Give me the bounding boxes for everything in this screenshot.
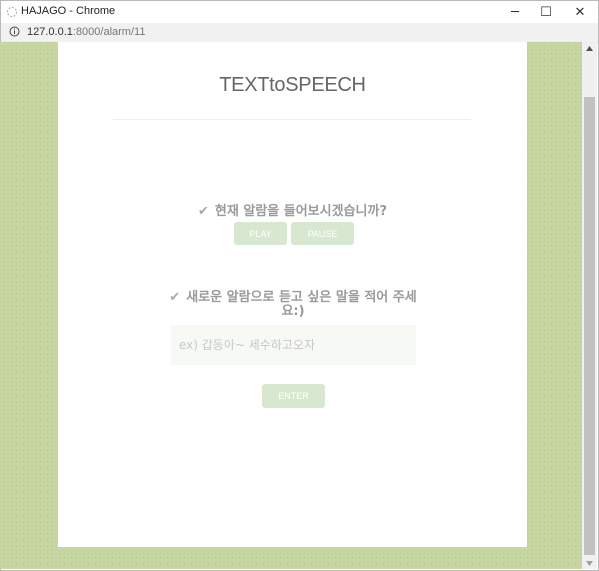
close-icon: ✕ (574, 4, 586, 20)
info-icon[interactable] (9, 26, 20, 37)
maximize-icon: ☐ (540, 4, 552, 20)
scroll-down-arrow-icon[interactable] (582, 557, 597, 569)
question-current-alarm: ✔ 현재 알람을 들어보시겠습니까? (58, 200, 527, 219)
question1-text: 현재 알람을 들어보시겠습니까? (214, 204, 387, 219)
address-bar[interactable]: 127.0.0.1:8000/alarm/11 (1, 23, 598, 43)
playback-controls: PLAY PAUSE (234, 222, 354, 245)
question2-text: 새로운 알람으로 듣고 싶은 말을 적어 주세요:) (186, 290, 417, 319)
maximize-button[interactable]: ☐ (529, 1, 563, 23)
alarm-text-input[interactable] (171, 325, 416, 365)
divider (113, 119, 471, 120)
pause-button[interactable]: PAUSE (291, 222, 354, 245)
page-viewport: TEXTtoSPEECH ✔ 현재 알람을 들어보시겠습니까? PLAY PAUS… (0, 42, 582, 569)
window-title: HAJAGO - Chrome (21, 5, 116, 17)
title-bar: HAJAGO - Chrome ─ ☐ ✕ (1, 1, 598, 23)
url-host: 127.0.0.1 (27, 26, 73, 38)
url-text[interactable]: 127.0.0.1:8000/alarm/11 (27, 26, 145, 38)
page-title: TEXTtoSPEECH (219, 74, 366, 96)
content-card: TEXTtoSPEECH ✔ 현재 알람을 들어보시겠습니까? PLAY PAUS… (58, 42, 527, 547)
check-icon: ✔ (198, 204, 209, 219)
url-path: :8000/alarm/11 (72, 26, 146, 38)
minimize-icon: ─ (511, 4, 519, 20)
question-new-alarm: ✔ 새로운 알람으로 듣고 싶은 말을 적어 주세요:) (168, 291, 418, 319)
app-icon (7, 7, 17, 17)
scroll-thumb[interactable] (584, 97, 595, 555)
minimize-button[interactable]: ─ (498, 1, 532, 23)
scroll-up-arrow-icon[interactable] (582, 42, 597, 54)
check-icon: ✔ (169, 290, 181, 305)
close-button[interactable]: ✕ (563, 1, 597, 23)
enter-button[interactable]: ENTER (262, 384, 325, 408)
vertical-scrollbar[interactable] (582, 42, 597, 569)
play-button[interactable]: PLAY (234, 222, 287, 245)
